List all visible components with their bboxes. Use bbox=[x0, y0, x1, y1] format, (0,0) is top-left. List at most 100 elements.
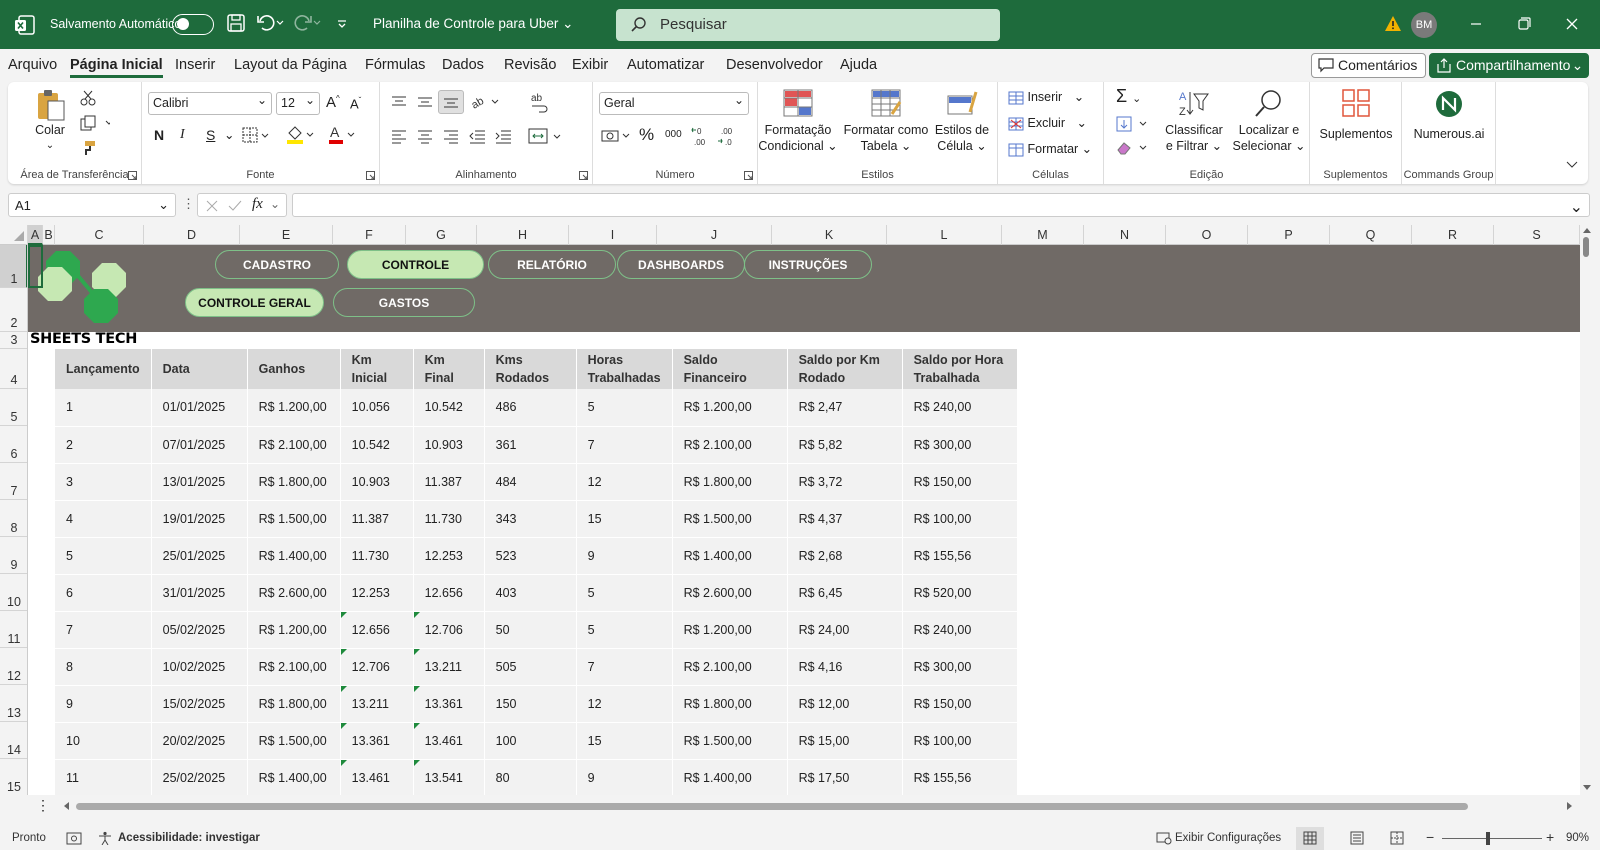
column-title[interactable]: Km Inicial bbox=[340, 349, 414, 389]
redo-icon[interactable] bbox=[293, 13, 321, 35]
table-cell[interactable]: 486 bbox=[484, 389, 577, 427]
underline-button[interactable]: S bbox=[206, 127, 215, 143]
nav-gastos-button[interactable]: GASTOS bbox=[333, 288, 475, 317]
table-cell[interactable]: R$ 2.100,00 bbox=[672, 648, 788, 686]
column-header[interactable]: P bbox=[1248, 225, 1330, 245]
cancel-formula-icon[interactable] bbox=[206, 200, 218, 212]
vertical-scroll-thumb[interactable] bbox=[1583, 237, 1589, 257]
expand-formula-bar-icon[interactable]: ⌄ bbox=[1570, 197, 1583, 217]
scroll-left-icon[interactable] bbox=[62, 801, 70, 811]
align-right-icon[interactable] bbox=[442, 128, 460, 144]
table-cell[interactable]: R$ 1.400,00 bbox=[247, 759, 341, 795]
row-header[interactable]: 10 bbox=[0, 574, 27, 611]
table-cell[interactable]: R$ 100,00 bbox=[902, 722, 1018, 760]
table-cell[interactable]: 19/01/2025 bbox=[151, 500, 248, 538]
alignment-launcher-icon[interactable] bbox=[579, 171, 588, 180]
table-cell[interactable]: 12 bbox=[576, 463, 673, 501]
table-cell[interactable]: 100 bbox=[484, 722, 577, 760]
table-cell[interactable]: R$ 2,47 bbox=[787, 389, 903, 427]
table-cell[interactable]: 484 bbox=[484, 463, 577, 501]
align-center-icon[interactable] bbox=[416, 128, 434, 144]
table-cell[interactable]: 13.461 bbox=[413, 722, 485, 760]
font-size-dropdown[interactable]: 12 bbox=[276, 92, 320, 115]
name-box[interactable]: A1 ⌄ bbox=[8, 193, 176, 217]
table-cell[interactable]: 505 bbox=[484, 648, 577, 686]
table-cell[interactable]: R$ 1.200,00 bbox=[672, 389, 788, 427]
table-cell[interactable]: R$ 240,00 bbox=[902, 389, 1018, 427]
table-cell[interactable]: R$ 2.600,00 bbox=[672, 574, 788, 612]
table-cell[interactable]: 20/02/2025 bbox=[151, 722, 248, 760]
column-header[interactable]: S bbox=[1494, 225, 1580, 245]
table-cell[interactable]: 13.361 bbox=[340, 722, 414, 760]
table-cell[interactable]: 01/01/2025 bbox=[151, 389, 248, 427]
wrap-text-icon[interactable]: ab bbox=[530, 92, 550, 114]
column-header[interactable]: G bbox=[406, 225, 477, 245]
minimize-icon[interactable] bbox=[1466, 14, 1486, 34]
column-header[interactable]: O bbox=[1166, 225, 1248, 245]
table-cell[interactable]: R$ 100,00 bbox=[902, 500, 1018, 538]
restore-icon[interactable] bbox=[1514, 14, 1534, 34]
table-cell[interactable]: R$ 1.400,00 bbox=[247, 537, 341, 575]
table-cell[interactable]: R$ 1.500,00 bbox=[247, 500, 341, 538]
table-cell[interactable]: 13.541 bbox=[413, 759, 485, 795]
table-cell[interactable]: R$ 5,82 bbox=[787, 426, 903, 464]
increase-indent-icon[interactable] bbox=[494, 128, 512, 144]
table-cell[interactable]: 9 bbox=[55, 685, 152, 723]
table-cell[interactable]: R$ 300,00 bbox=[902, 426, 1018, 464]
percent-icon[interactable]: % bbox=[639, 125, 654, 145]
font-name-dropdown[interactable]: Calibri bbox=[148, 92, 272, 115]
column-title[interactable]: Kms Rodados bbox=[484, 349, 577, 389]
table-cell[interactable]: 12.706 bbox=[413, 611, 485, 649]
row-header[interactable]: 9 bbox=[0, 537, 27, 574]
clear-icon[interactable] bbox=[1116, 140, 1150, 156]
user-avatar[interactable]: BM bbox=[1411, 12, 1437, 38]
scroll-up-icon[interactable] bbox=[1582, 226, 1592, 234]
zoom-in-icon[interactable]: + bbox=[1546, 829, 1554, 845]
table-cell[interactable]: 10.903 bbox=[413, 426, 485, 464]
tab-exibir[interactable]: Exibir bbox=[572, 57, 608, 73]
table-cell[interactable]: 13.361 bbox=[413, 685, 485, 723]
table-cell[interactable]: 7 bbox=[576, 426, 673, 464]
number-format-dropdown[interactable]: Geral bbox=[599, 92, 749, 115]
name-box-chevron-icon[interactable]: ⌄ bbox=[158, 197, 169, 213]
fill-icon[interactable] bbox=[1116, 116, 1150, 132]
row-header[interactable]: 5 bbox=[0, 389, 27, 426]
table-cell[interactable]: R$ 2.100,00 bbox=[672, 426, 788, 464]
table-cell[interactable]: 10/02/2025 bbox=[151, 648, 248, 686]
table-cell[interactable]: 11 bbox=[55, 759, 152, 795]
document-title[interactable]: Planilha de Controle para Uber ⌄ bbox=[373, 16, 573, 32]
undo-icon[interactable] bbox=[256, 13, 284, 35]
table-cell[interactable]: 25/01/2025 bbox=[151, 537, 248, 575]
table-cell[interactable]: 403 bbox=[484, 574, 577, 612]
nav-relatorio-button[interactable]: RELATÓRIO bbox=[488, 250, 616, 279]
nav-cadastro-button[interactable]: CADASTRO bbox=[215, 250, 339, 279]
table-cell[interactable]: 13.461 bbox=[340, 759, 414, 795]
font-color-icon[interactable]: A bbox=[328, 124, 358, 144]
customize-toolbar-icon[interactable] bbox=[336, 13, 358, 35]
fx-chevron-icon[interactable]: ⌄ bbox=[270, 197, 280, 211]
row-header[interactable]: 14 bbox=[0, 722, 27, 759]
table-cell[interactable]: 13.211 bbox=[340, 685, 414, 723]
table-cell[interactable]: R$ 2.600,00 bbox=[247, 574, 341, 612]
table-cell[interactable]: 12 bbox=[576, 685, 673, 723]
excel-app-icon[interactable] bbox=[14, 14, 36, 36]
save-icon[interactable] bbox=[226, 13, 248, 35]
table-cell[interactable]: 11.387 bbox=[413, 463, 485, 501]
table-cell[interactable]: R$ 2,68 bbox=[787, 537, 903, 575]
close-icon[interactable] bbox=[1562, 14, 1582, 34]
warning-icon[interactable] bbox=[1384, 15, 1402, 32]
table-cell[interactable]: 7 bbox=[576, 648, 673, 686]
select-all-corner[interactable] bbox=[0, 225, 28, 245]
sheet-tabs-menu-icon[interactable]: ⋮ bbox=[36, 797, 50, 814]
sort-filter-button[interactable]: AZ Classificar e Filtrar ⌄ bbox=[1162, 88, 1226, 154]
row-header[interactable]: 1 bbox=[0, 245, 27, 288]
horizontal-scroll-thumb[interactable] bbox=[76, 803, 1468, 810]
column-header[interactable]: Q bbox=[1330, 225, 1412, 245]
column-title[interactable]: Saldo por Hora Trabalhada bbox=[902, 349, 1018, 389]
cut-icon[interactable] bbox=[80, 90, 96, 106]
table-cell[interactable]: R$ 1.800,00 bbox=[247, 685, 341, 723]
clipboard-launcher-icon[interactable] bbox=[128, 171, 137, 180]
collapse-ribbon-icon[interactable] bbox=[1566, 160, 1578, 170]
italic-button[interactable]: I bbox=[180, 127, 185, 143]
column-title[interactable]: Km Final bbox=[413, 349, 485, 389]
